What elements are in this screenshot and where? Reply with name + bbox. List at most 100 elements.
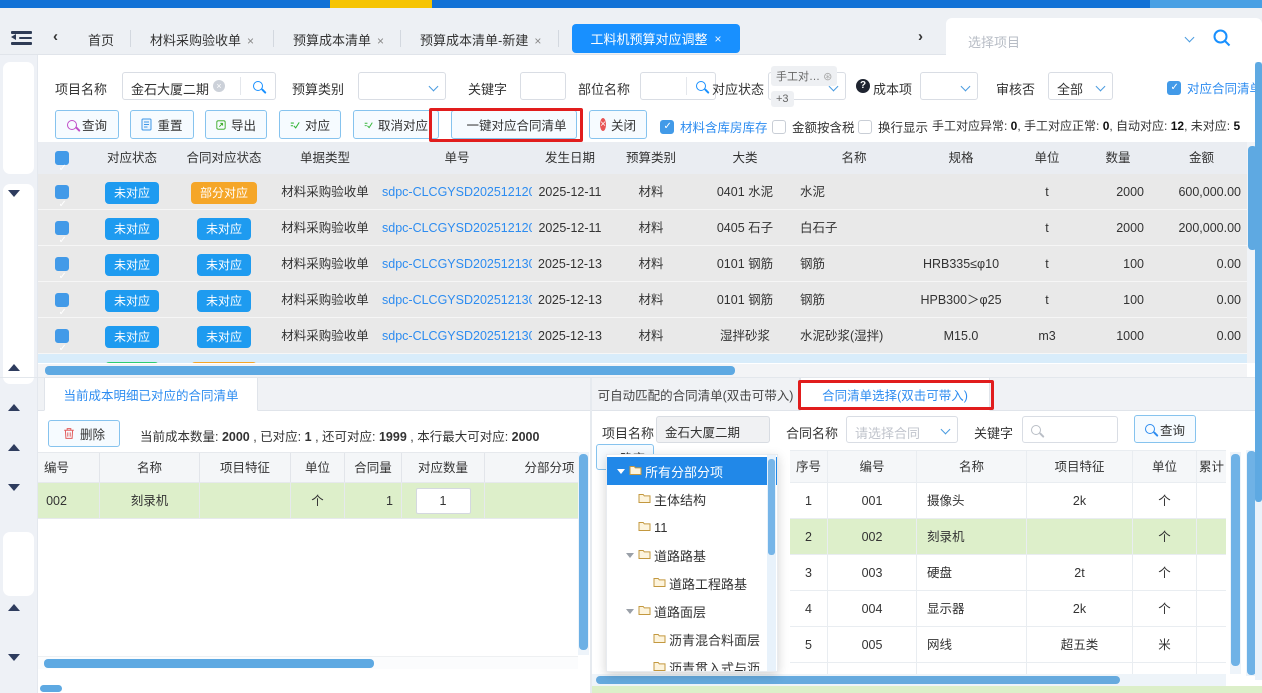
tab-home[interactable]: 首页 xyxy=(88,30,114,49)
row-checkbox[interactable] xyxy=(55,257,69,271)
table-row[interactable]: 未对应 部分对应 材料采购验收单 sdpc-CLCGYSD202512120( … xyxy=(38,174,1247,210)
table-row[interactable]: 未对应 未对应 材料采购验收单 sdpc-CLCGYSD202512130( 2… xyxy=(38,282,1247,318)
export-button[interactable]: 导出 xyxy=(205,110,267,139)
contract-select[interactable]: 请选择合同 xyxy=(846,416,958,443)
help-icon[interactable]: ? xyxy=(856,79,870,93)
scrollbar-thumb[interactable] xyxy=(45,366,735,375)
table-row[interactable]: 未对应 未对应 材料采购验收单 sdpc-CLCGYSD202512130( 2… xyxy=(38,318,1247,354)
budget-type-select[interactable] xyxy=(358,72,446,100)
scrollbar-thumb[interactable] xyxy=(579,454,588,650)
tabs-scroll-right-icon[interactable]: › xyxy=(918,28,923,45)
caret-down-icon[interactable] xyxy=(626,553,634,558)
cancel-match-button[interactable]: 取消对应 xyxy=(353,110,439,139)
vertical-scrollbar[interactable] xyxy=(578,452,589,655)
close-tab-icon[interactable]: × xyxy=(715,32,722,46)
close-tab-icon[interactable]: × xyxy=(377,34,384,48)
horizontal-scrollbar[interactable] xyxy=(38,364,1247,377)
vertical-scrollbar[interactable] xyxy=(1230,452,1241,674)
row-checkbox[interactable] xyxy=(55,221,69,235)
tree-item-main-structure[interactable]: 主体结构 xyxy=(607,485,777,513)
reset-button[interactable]: 重置 xyxy=(130,110,194,139)
doc-no-link[interactable]: sdpc-CLCGYSD202512120( xyxy=(382,185,532,199)
match-status-more-tag[interactable]: +3 xyxy=(771,91,794,107)
caret-down-icon[interactable] xyxy=(617,469,625,474)
tab-budget-cost-list-new[interactable]: 预算成本清单-新建× xyxy=(420,30,541,49)
table-row[interactable]: 未对应 未对应 材料采购验收单 sdpc-CLCGYSD202512120( 2… xyxy=(38,210,1247,246)
table-row[interactable]: 4 004 显示器 2k 个 xyxy=(790,591,1226,627)
row-checkbox[interactable] xyxy=(55,329,69,343)
include-warehouse-checkbox[interactable]: 材料含库房库存 xyxy=(660,117,768,136)
tree-item-11[interactable]: 11 xyxy=(607,513,777,541)
doc-no-link[interactable]: sdpc-CLCGYSD202512130( xyxy=(382,329,532,343)
scrollbar-thumb[interactable] xyxy=(768,459,775,555)
tab-budget-cost-list[interactable]: 预算成本清单× xyxy=(293,30,384,49)
dock-expand-icon[interactable] xyxy=(8,444,20,451)
doc-no-link[interactable]: sdpc-CLCGYSD202512130( xyxy=(382,293,532,307)
tree-item-road-surface[interactable]: 道路面层 xyxy=(607,597,777,625)
tree-item-road-eng-subgrade[interactable]: 道路工程路基 xyxy=(607,569,777,597)
table-row-highlighted[interactable]: 2 002 刻录机 个 xyxy=(790,519,1226,555)
table-row[interactable]: 1 001 摄像头 2k 个 xyxy=(790,483,1226,519)
tree-item-asphalt-mix-layer[interactable]: 沥青混合料面层 xyxy=(607,625,777,653)
row-checkbox[interactable] xyxy=(55,293,69,307)
dock-expand-icon[interactable] xyxy=(8,364,20,371)
one-key-match-button[interactable]: 一键对应合同清单 xyxy=(451,110,577,139)
table-row[interactable]: 已对应 部分对应 材料采购验收单 xyxy=(38,354,1247,363)
tab-auto-match-contract-list[interactable]: 可自动匹配的合同清单(双击可带入) xyxy=(592,378,800,411)
scrollbar-thumb[interactable] xyxy=(1231,454,1240,666)
horizontal-scrollbar[interactable] xyxy=(38,656,578,669)
scrollbar-thumb[interactable] xyxy=(44,659,374,668)
wrap-line-checkbox[interactable]: 换行显示 xyxy=(858,117,928,136)
collapse-sidebar-icon[interactable] xyxy=(11,31,32,45)
doc-no-link[interactable]: sdpc-CLCGYSD202512130( xyxy=(382,257,532,271)
match-button[interactable]: 对应 xyxy=(279,110,341,139)
row-checkbox[interactable] xyxy=(55,185,69,199)
match-status-tag[interactable]: 手工对… ⊛ xyxy=(771,66,837,86)
table-row[interactable]: 3 003 硬盘 2t 个 xyxy=(790,555,1226,591)
part-name-input[interactable] xyxy=(640,72,716,100)
horizontal-scrollbar[interactable] xyxy=(592,674,1226,686)
scrollbar-thumb[interactable] xyxy=(596,676,1120,684)
tree-item-road-subgrade[interactable]: 道路路基 xyxy=(607,541,777,569)
tab-contract-list-select[interactable]: 合同清单选择(双击可带入) xyxy=(800,378,990,411)
match-quantity-input[interactable]: 1 xyxy=(416,488,471,514)
search-icon[interactable] xyxy=(253,81,263,91)
caret-down-icon[interactable] xyxy=(626,609,634,614)
tree-item-all-sections[interactable]: 所有分部分项 xyxy=(607,457,777,485)
project-name-input[interactable]: 金石大厦二期 × xyxy=(122,72,276,100)
contract-list-checkbox[interactable]: 对应合同清单 xyxy=(1167,78,1262,97)
close-tab-icon[interactable]: × xyxy=(247,34,254,48)
amount-with-tax-checkbox[interactable]: 金额按含税 xyxy=(772,117,855,136)
tab-material-receipt[interactable]: 材料采购验收单× xyxy=(150,30,254,49)
remove-tag-icon[interactable]: ⊛ xyxy=(823,71,832,83)
cost-item-select[interactable] xyxy=(920,72,978,100)
dock-collapse-icon[interactable] xyxy=(8,190,20,197)
tab-matched-contract-list[interactable]: 当前成本明细已对应的合同清单 xyxy=(44,378,258,411)
table-row[interactable]: 未对应 未对应 材料采购验收单 sdpc-CLCGYSD202512130( 2… xyxy=(38,246,1247,282)
close-button[interactable]: ×关闭 xyxy=(589,110,647,139)
close-tab-icon[interactable]: × xyxy=(534,34,541,48)
project-select[interactable]: 选择项目 xyxy=(968,32,1020,51)
search-icon[interactable] xyxy=(1212,28,1232,48)
dock-collapse-icon[interactable] xyxy=(8,484,20,491)
dock-expand-icon[interactable] xyxy=(8,604,20,611)
keyword-input[interactable] xyxy=(520,72,566,100)
select-all-checkbox[interactable] xyxy=(55,151,69,165)
query-button[interactable]: 查询 xyxy=(1134,415,1196,443)
search-icon[interactable] xyxy=(696,81,706,91)
tab-budget-match-adjust-active[interactable]: 工料机预算对应调整× xyxy=(572,24,740,53)
table-row[interactable]: 5 005 网线 超五类 米 xyxy=(790,627,1226,663)
doc-no-link[interactable]: sdpc-CLCGYSD202512120( xyxy=(382,221,532,235)
query-button[interactable]: 查询 xyxy=(55,110,119,139)
table-row[interactable]: 002 刻录机 个 1 1 xyxy=(38,483,578,519)
keyword-input[interactable] xyxy=(1022,416,1118,443)
panel-splitter[interactable] xyxy=(590,378,592,693)
dock-collapse-icon[interactable] xyxy=(8,654,20,661)
tree-item-asphalt-penetration[interactable]: 沥青贯入式与沥 xyxy=(607,653,777,672)
audit-select[interactable]: 全部 xyxy=(1048,72,1113,100)
tabs-scroll-left-icon[interactable]: ‹ xyxy=(53,28,58,45)
delete-button[interactable]: 删除 xyxy=(48,420,120,447)
clear-icon[interactable]: × xyxy=(213,80,225,92)
scrollbar-thumb[interactable] xyxy=(1255,62,1262,502)
scrollbar-thumb[interactable] xyxy=(40,685,62,692)
